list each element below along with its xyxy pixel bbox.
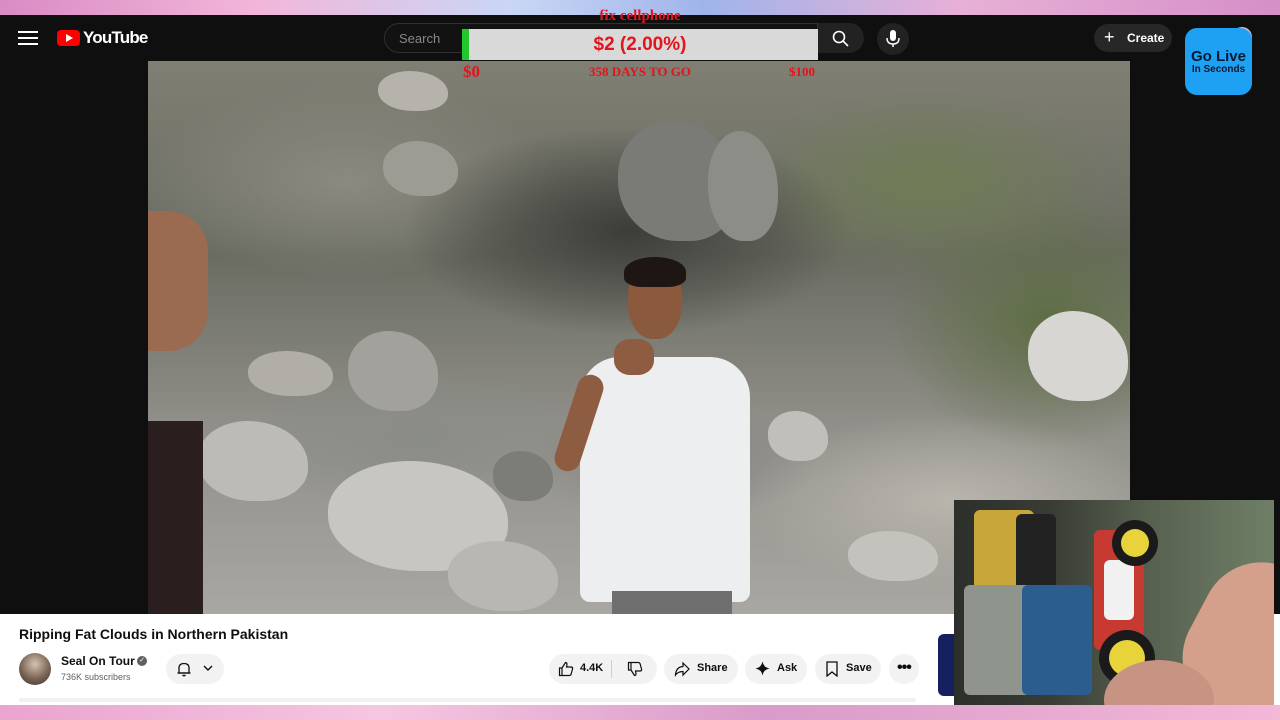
rock	[378, 71, 448, 111]
channel-name[interactable]: Seal On Tour	[61, 654, 135, 668]
suitcase-blue	[1022, 585, 1092, 695]
goal-end-value: $100	[789, 64, 815, 79]
share-button[interactable]: Share	[664, 654, 738, 684]
youtube-logo[interactable]: YouTube	[57, 28, 148, 48]
rock	[383, 141, 458, 196]
mic-icon	[886, 30, 900, 47]
hand-left-edge	[148, 211, 208, 351]
person-left-edge	[148, 421, 203, 614]
thumbs-down-icon[interactable]	[627, 661, 643, 677]
hair	[624, 257, 686, 287]
notification-button[interactable]	[166, 654, 224, 684]
go-live-badge: Go Live In Seconds	[1185, 28, 1252, 95]
share-icon	[674, 661, 690, 677]
rock	[848, 531, 938, 581]
create-label: Create	[1127, 31, 1165, 45]
toy-wheel-hub	[1121, 529, 1149, 557]
rock	[493, 451, 553, 501]
man-in-white-shirt	[551, 257, 750, 614]
like-dislike-group: 4.4K	[549, 654, 657, 684]
sparkle-icon	[755, 661, 770, 676]
rock	[768, 411, 828, 461]
youtube-logo-icon	[57, 30, 80, 46]
save-button[interactable]: Save	[815, 654, 881, 684]
rock	[708, 131, 778, 241]
thumbs-up-icon[interactable]	[558, 661, 574, 677]
search-button[interactable]	[818, 23, 864, 53]
ask-label: Ask	[777, 662, 798, 674]
hand	[614, 339, 654, 375]
rock	[248, 351, 333, 396]
white-shirt	[580, 357, 750, 602]
webcam-overlay	[954, 500, 1274, 716]
search-icon	[832, 30, 849, 47]
rock	[448, 541, 558, 611]
go-live-subtitle: In Seconds	[1191, 64, 1246, 75]
save-label: Save	[846, 662, 872, 674]
video-title: Ripping Fat Clouds in Northern Pakistan	[19, 626, 289, 642]
description-box-edge	[19, 698, 916, 702]
toy-car-stripe	[1104, 560, 1134, 620]
voice-search-button[interactable]	[877, 23, 909, 55]
trousers	[612, 591, 732, 614]
plus-icon: +	[1104, 27, 1115, 47]
ask-button[interactable]: Ask	[745, 654, 807, 684]
goal-start-value: $0	[463, 62, 480, 81]
verified-icon: ✓	[137, 656, 147, 666]
subscriber-count: 736K subscribers	[61, 672, 131, 682]
rock	[1028, 311, 1128, 401]
rock	[198, 421, 308, 501]
brand-name: YouTube	[83, 28, 148, 47]
like-divider	[611, 660, 612, 678]
info-edge-right	[1274, 614, 1280, 705]
more-icon: •••	[897, 659, 912, 676]
chevron-down-icon	[203, 665, 213, 671]
rock	[348, 331, 438, 411]
search-placeholder: Search	[399, 31, 441, 46]
bell-icon	[177, 662, 191, 677]
more-actions-button[interactable]: •••	[889, 654, 919, 684]
goal-amount: $2 (2.00%)	[593, 34, 687, 55]
storage-box	[1016, 514, 1056, 594]
video-info: Ripping Fat Clouds in Northern Pakistan …	[0, 614, 954, 705]
go-live-title: Go Live	[1190, 48, 1246, 65]
channel-avatar[interactable]	[19, 653, 51, 685]
menu-icon[interactable]	[18, 27, 38, 49]
bookmark-icon	[826, 661, 838, 677]
like-count[interactable]: 4.4K	[580, 662, 603, 674]
goal-title: fix cellphone	[599, 8, 681, 24]
stream-background-bottom	[0, 705, 1280, 720]
goal-progress-bar: $2 (2.00%)	[462, 29, 818, 60]
goal-days-remaining: 358 DAYS TO GO	[589, 64, 691, 79]
create-button[interactable]: + Create	[1094, 24, 1172, 52]
share-label: Share	[697, 662, 728, 674]
